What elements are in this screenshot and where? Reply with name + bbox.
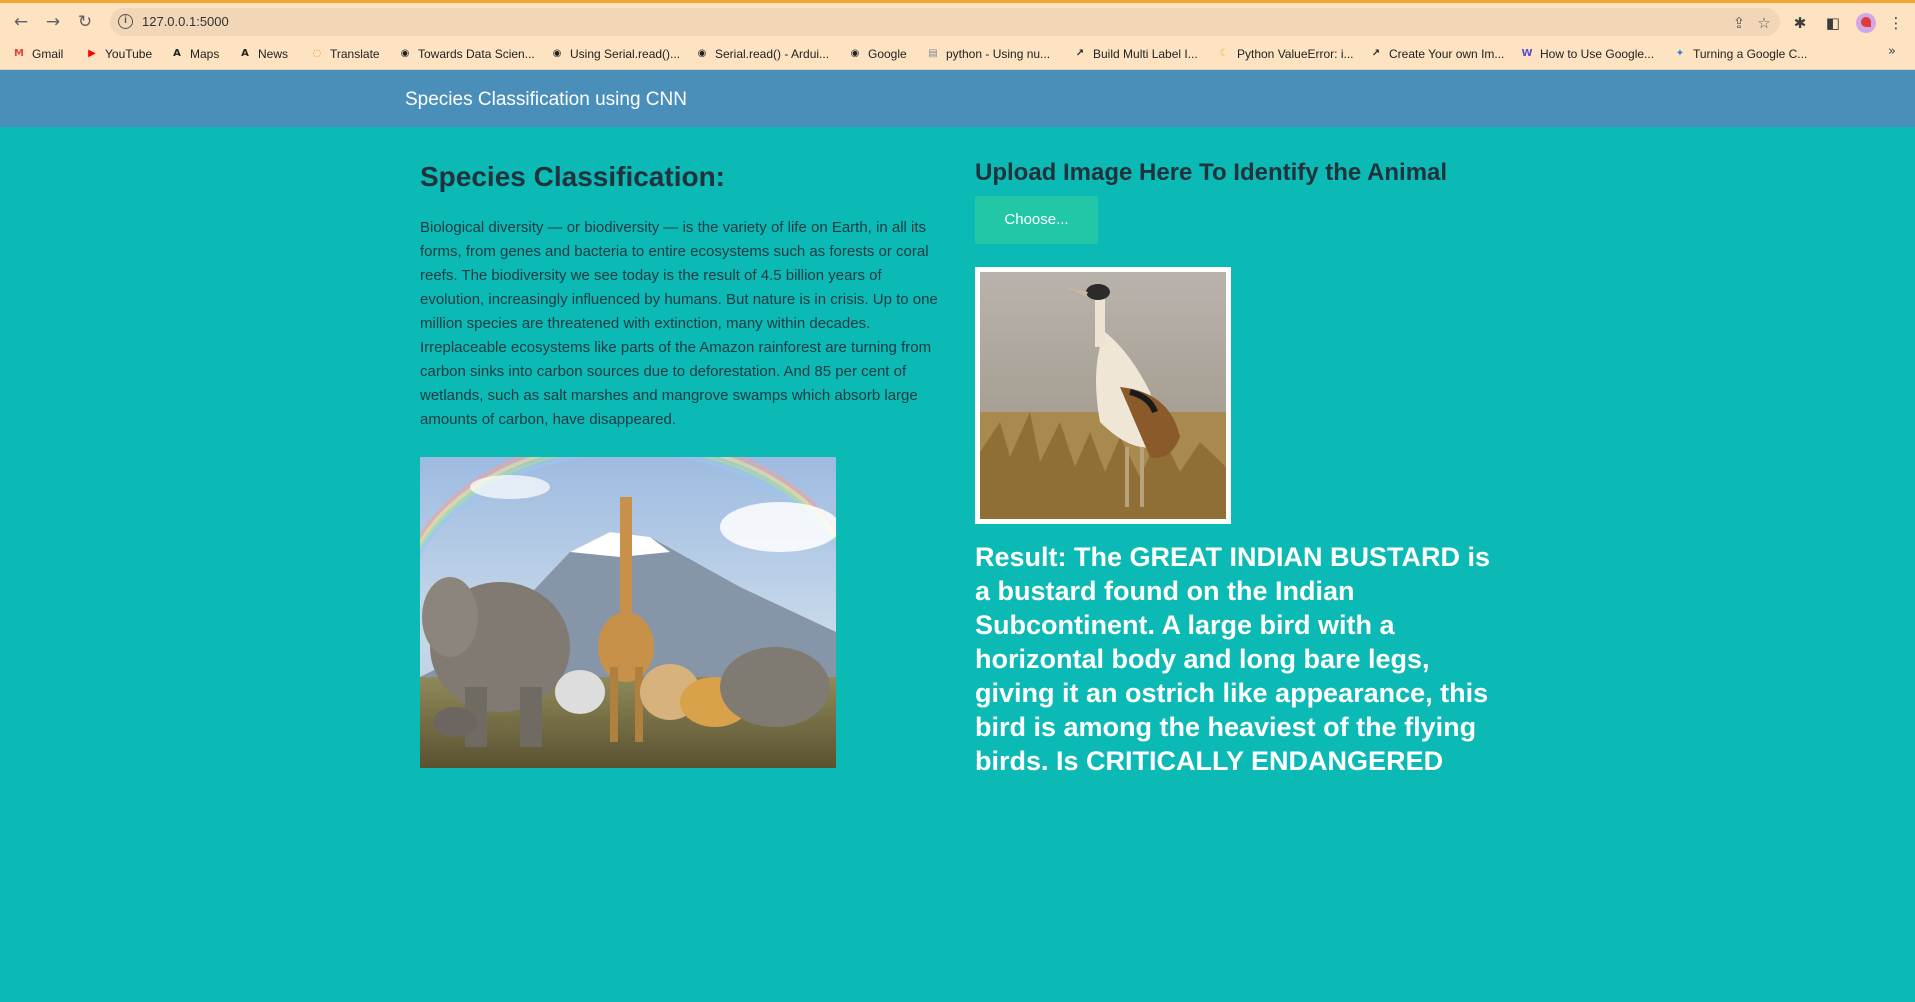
extensions-puzzle-icon[interactable]: ✱: [1790, 13, 1810, 33]
chart-icon: ↗: [1075, 48, 1085, 59]
share-icon[interactable]: ⇪: [1730, 14, 1748, 32]
bookmark-label: Python ValueError: i...: [1237, 47, 1354, 61]
wm-icon: W: [1521, 48, 1533, 59]
bookmark-item[interactable]: A News: [238, 44, 288, 64]
upload-heading: Upload Image Here To Identify the Animal: [975, 159, 1448, 186]
bookmarks-bar: M Gmail ▶ YouTube A Maps A News ◌ Translate ◉ Towar…: [0, 39, 1915, 70]
description-paragraph: Biological diversity — or biodiversity —…: [420, 219, 938, 428]
bookmark-label: YouTube: [105, 47, 153, 61]
compass-icon: ✦: [1675, 48, 1685, 59]
profile-avatar[interactable]: [1856, 13, 1876, 33]
bookmarks-overflow-icon[interactable]: »: [1888, 44, 1896, 59]
bookmark-label: Create Your own Im...: [1389, 47, 1505, 61]
choose-file-button[interactable]: Choose...: [975, 196, 1098, 244]
page-title: Species Classification:: [420, 161, 726, 192]
bookmark-label: Turning a Google C...: [1693, 47, 1808, 61]
address-url[interactable]: 127.0.0.1:5000: [142, 14, 229, 29]
gmail-icon: M: [14, 48, 24, 59]
bookmark-item[interactable]: ◉ Using Serial.read()...: [550, 44, 680, 64]
bookmark-label: Build Multi Label I...: [1093, 47, 1198, 61]
reload-icon[interactable]: ↻: [74, 11, 96, 33]
bookmark-item[interactable]: ▶ YouTube: [85, 44, 152, 64]
bookmark-item[interactable]: ↗ Create Your own Im...: [1369, 44, 1505, 64]
address-bar[interactable]: i 127.0.0.1:5000 ⇪ ☆: [110, 8, 1780, 36]
navbar-brand[interactable]: Species Classification using CNN: [405, 89, 687, 111]
globe-icon: ◉: [552, 48, 562, 59]
bookmark-item[interactable]: ▤ python - Using nu...: [926, 44, 1050, 64]
youtube-icon: ▶: [88, 48, 96, 59]
bookmark-star-icon[interactable]: ☆: [1755, 14, 1773, 32]
forward-arrow-icon[interactable]: →: [42, 11, 64, 33]
bookmark-label: Serial.read() - Ardui...: [715, 47, 830, 61]
bookmark-item[interactable]: W How to Use Google...: [1520, 44, 1654, 64]
app-navbar: Species Classification using CNN: [0, 70, 1915, 127]
site-info-icon[interactable]: i: [118, 14, 133, 29]
animals-group-image: [420, 457, 836, 768]
bookmark-item[interactable]: ✦ Turning a Google C...: [1673, 44, 1807, 64]
browser-toolbar: ← → ↻ i 127.0.0.1:5000 ⇪ ☆ ✱ ◧ ⋮: [0, 3, 1915, 39]
bookmark-item[interactable]: ☾ Python ValueError: i...: [1217, 44, 1354, 64]
globe-icon: ◉: [697, 48, 707, 59]
bookmark-label: Using Serial.read()...: [570, 47, 681, 61]
globe-icon: ◉: [400, 48, 410, 59]
bookmark-label: Translate: [330, 47, 380, 61]
bustard-image: [980, 272, 1226, 519]
bookmark-label: How to Use Google...: [1540, 47, 1655, 61]
uploaded-image-preview: [975, 267, 1231, 524]
bookmark-item[interactable]: ◌ Translate: [310, 44, 380, 64]
upload-section: Upload Image Here To Identify the Animal: [975, 158, 1505, 188]
bookmark-label: python - Using nu...: [946, 47, 1051, 61]
bookmark-item[interactable]: ◉ Towards Data Scien...: [398, 44, 535, 64]
bookmark-label: Gmail: [32, 47, 64, 61]
bookmark-item[interactable]: M Gmail: [12, 44, 63, 64]
prediction-result: Result: The GREAT INDIAN BUSTARD is a bu…: [975, 542, 1491, 776]
bookmark-label: Maps: [190, 47, 220, 61]
globe-icon: ◉: [850, 48, 860, 59]
bookmark-item[interactable]: ◉ Google: [848, 44, 907, 64]
translate-icon: ◌: [312, 48, 322, 59]
chart-icon: ↗: [1371, 48, 1381, 59]
stackoverflow-icon: ▤: [928, 48, 938, 59]
news-icon: A: [241, 48, 249, 59]
maps-icon: A: [173, 48, 181, 59]
bookmark-label: Google: [868, 47, 907, 61]
moon-icon: ☾: [1219, 48, 1229, 59]
back-arrow-icon[interactable]: ←: [10, 11, 32, 33]
bookmark-item[interactable]: ◉ Serial.read() - Ardui...: [695, 44, 829, 64]
bookmark-label: News: [258, 47, 289, 61]
info-section: Species Classification: Biological diver…: [420, 160, 940, 432]
bookmark-item[interactable]: A Maps: [170, 44, 219, 64]
more-menu-icon[interactable]: ⋮: [1886, 13, 1906, 33]
bookmark-label: Towards Data Scien...: [418, 47, 535, 61]
bookmark-item[interactable]: ↗ Build Multi Label I...: [1073, 44, 1198, 64]
side-panel-icon[interactable]: ◧: [1823, 13, 1843, 33]
